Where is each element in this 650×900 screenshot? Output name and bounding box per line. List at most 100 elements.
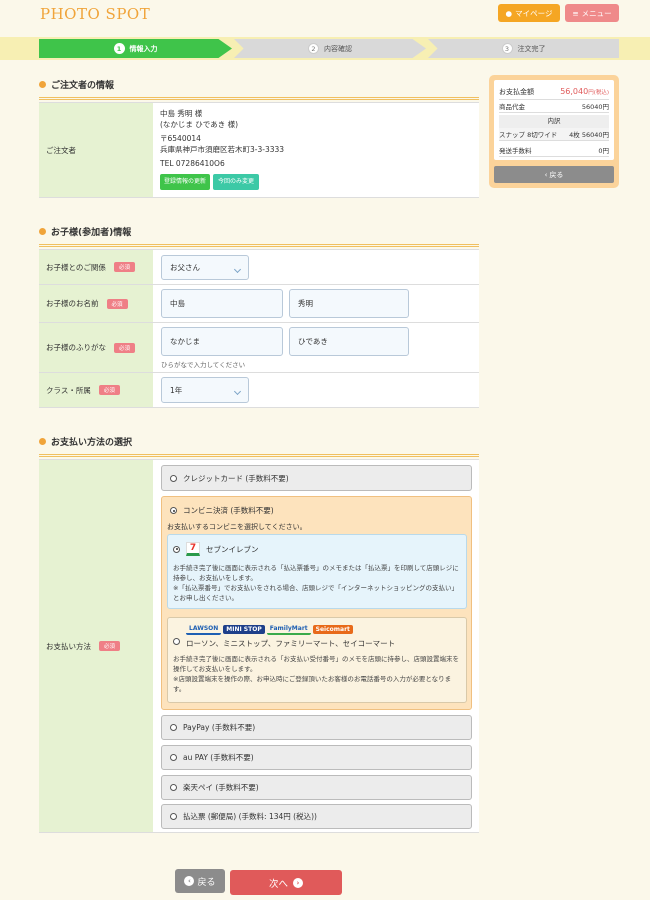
- step-label: 内容確認: [324, 44, 352, 53]
- goods-label: 商品代金: [499, 103, 525, 111]
- payment-option-paypay[interactable]: PayPay (手数料不要): [161, 715, 472, 740]
- option-label: クレジットカード (手数料不要): [183, 473, 289, 483]
- site-logo[interactable]: PHOTO SPOT: [40, 5, 150, 23]
- menu-button[interactable]: ≡ メニュー: [565, 4, 619, 22]
- option-label: 払込票 (郵便局) (手数料: 134円 (税込)): [183, 812, 317, 821]
- radio-button[interactable]: [170, 813, 177, 820]
- child-kana-label: お子様のふりがな 必須: [39, 323, 153, 372]
- section-title-text: お子様(参加者)情報: [51, 228, 132, 238]
- section-title-child: お子様(参加者)情報: [39, 225, 479, 247]
- step-info-input: 1 情報入力: [39, 39, 232, 58]
- seven-note: お手続き完了後に画面に表示される「払込票番号」のメモまたは「払込票」を印刷して店…: [173, 564, 459, 582]
- familymart-logo-icon: FamilyMart: [266, 624, 311, 635]
- total-label: お支払金額: [499, 87, 534, 96]
- summary-back-button[interactable]: ‹ 戻る: [494, 166, 614, 183]
- radio-button[interactable]: [170, 754, 177, 761]
- order-summary-panel: お支払金額 56,040円(税込) 商品代金 56040円 内訳 スナップ 8切…: [489, 75, 619, 188]
- seven-eleven-logo-icon: 7: [186, 542, 200, 556]
- step-number: 1: [113, 43, 125, 54]
- radio-button[interactable]: [170, 507, 177, 514]
- next-label: 次へ: [268, 878, 288, 890]
- back-button[interactable]: ‹ 戻る: [175, 869, 225, 893]
- required-badge: 必須: [113, 262, 135, 272]
- goods-value: 56040円: [581, 103, 609, 111]
- item-name: スナップ 8切ワイド: [499, 131, 558, 139]
- radio-button[interactable]: [170, 724, 177, 731]
- hamburger-icon: ≡: [572, 8, 579, 18]
- payment-label: お支払い方法 必須: [39, 460, 153, 832]
- orderer-details: 中島 秀明 様 (なかじま ひであき 様) 〒6540014 兵庫県神戸市須磨区…: [153, 103, 479, 197]
- child-last-name-input[interactable]: 中島: [161, 289, 283, 318]
- seicomart-logo-icon: Seicomart: [312, 625, 353, 634]
- child-last-kana-input[interactable]: なかじま: [161, 327, 283, 356]
- relation-label: お子様とのご関係 必須: [39, 250, 153, 284]
- item-price: 56040円: [581, 131, 609, 139]
- next-button[interactable]: 次へ ›: [230, 870, 342, 895]
- back-label: 戻る: [197, 877, 216, 888]
- chevron-left-icon: ‹: [184, 876, 195, 886]
- summary-goods-row: 商品代金 56040円: [499, 100, 609, 113]
- ministop-logo-icon: MINI STOP: [223, 625, 265, 634]
- section-title-text: お支払い方法の選択: [51, 438, 133, 448]
- bullet-icon: [39, 228, 46, 235]
- orderer-address: 兵庫県神戸市須磨区若木町3-3-3333: [160, 144, 285, 154]
- total-value: 56,040: [560, 87, 589, 96]
- payment-option-aupay[interactable]: au PAY (手数料不要): [161, 745, 472, 770]
- payment-option-credit[interactable]: クレジットカード (手数料不要): [161, 465, 472, 491]
- step-number: 3: [501, 43, 513, 54]
- required-badge: 必須: [99, 641, 121, 651]
- update-info-button[interactable]: 登録情報の更新: [160, 173, 211, 190]
- radio-button[interactable]: [173, 545, 180, 553]
- option-label: au PAY (手数料不要): [183, 753, 254, 762]
- breakdown-item: スナップ 8切ワイド 4枚 56040円: [499, 128, 609, 141]
- class-select[interactable]: 1年: [161, 377, 249, 403]
- relation-select[interactable]: お父さん: [161, 255, 249, 280]
- step-confirm: 2 内容確認: [234, 39, 426, 58]
- summary-total-row: お支払金額 56,040円(税込): [499, 84, 609, 100]
- class-label: クラス・所属 必須: [39, 373, 153, 407]
- other-stores-label: ローソン、ミニストップ、ファミリーマート、セイコーマート: [186, 639, 396, 648]
- orderer-label: ご注文者: [39, 103, 153, 197]
- required-badge: 必須: [98, 385, 120, 395]
- step-label: 注文完了: [517, 44, 546, 53]
- option-label: コンビニ決済 (手数料不要): [183, 506, 274, 515]
- orderer-row: ご注文者 中島 秀明 様 (なかじま ひであき 様) 〒6540014 兵庫県神…: [39, 102, 479, 198]
- item-qty: 4枚: [569, 131, 580, 139]
- option-label: PayPay (手数料不要): [183, 723, 256, 732]
- payment-option-convenience[interactable]: コンビニ決済 (手数料不要) お支払いするコンビニを選択してください。 7 セブ…: [161, 496, 472, 710]
- kana-hint: ひらがなで入力してください: [161, 361, 246, 369]
- breakdown-header: 内訳: [499, 115, 609, 128]
- bullet-icon: [39, 438, 46, 445]
- other-stores-note: お手続き完了後に画面に表示される「お支払い受付番号」のメモを店頭に持参し、店頭設…: [173, 655, 459, 673]
- radio-button[interactable]: [170, 784, 177, 791]
- payment-option-rakuten[interactable]: 楽天ペイ (手数料不要): [161, 775, 472, 800]
- shipping-row: 発送手数料 0円: [499, 144, 609, 157]
- relation-row: お子様とのご関係 必須 お父さん: [39, 249, 479, 285]
- payment-option-postal[interactable]: 払込票 (郵便局) (手数料: 134円 (税込)): [161, 804, 472, 829]
- child-first-kana-input[interactable]: ひであき: [289, 327, 409, 356]
- child-name-row: お子様のお名前 必須 中島 秀明: [39, 285, 479, 323]
- shipping-value: 0円: [598, 147, 609, 155]
- change-once-button[interactable]: 今回のみ変更: [213, 173, 260, 190]
- lawson-logo-icon: LAWSON: [186, 624, 222, 635]
- bullet-icon: [39, 81, 46, 88]
- option-label: 楽天ペイ (手数料不要): [183, 783, 259, 792]
- orderer-tel: TEL 07286410O6: [160, 159, 225, 168]
- store-option-seven[interactable]: 7 セブンイレブン お手続き完了後に画面に表示される「払込票番号」のメモまたは「…: [167, 534, 467, 609]
- radio-button[interactable]: [173, 638, 180, 645]
- step-complete: 3 注文完了: [428, 39, 619, 58]
- user-icon: ●: [505, 8, 513, 18]
- radio-button[interactable]: [170, 474, 177, 482]
- orderer-zip: 〒6540014: [160, 134, 201, 143]
- mypage-label: マイページ: [515, 8, 553, 18]
- store-option-others[interactable]: LAWSON MINI STOP FamilyMart Seicomart ロー…: [167, 617, 467, 703]
- mypage-button[interactable]: ● マイページ: [498, 4, 560, 22]
- section-title-text: ご注文者の情報: [51, 81, 115, 91]
- orderer-name: 中島 秀明 様: [160, 109, 203, 118]
- step-number: 2: [308, 43, 319, 54]
- seven-eleven-label: セブンイレブン: [206, 544, 259, 554]
- child-name-label: お子様のお名前 必須: [39, 285, 153, 322]
- section-title-orderer: ご注文者の情報: [39, 78, 479, 100]
- child-first-name-input[interactable]: 秀明: [289, 289, 409, 318]
- seven-note-2: ※「払込票番号」でお支払いをされる場合、店頭レジで「インターネットショッピングの…: [173, 584, 458, 602]
